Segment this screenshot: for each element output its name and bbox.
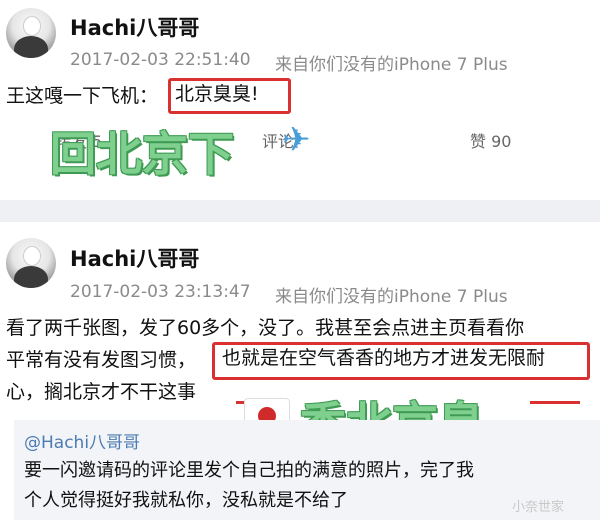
post-time: 2017-02-03 22:51:40	[70, 50, 251, 70]
quoted-username[interactable]: @Hachi八哥哥	[24, 428, 140, 453]
post-source: 来自你们没有的iPhone 7 Plus	[275, 55, 508, 75]
post-text-line-3: 心，搁北京才不干这事	[6, 381, 197, 403]
airplane-icon: ✈	[282, 120, 311, 160]
quoted-text-line-1: 要一闪邀请码的评论里发个自己拍的满意的照片，完了我	[24, 460, 474, 481]
avatar-head	[23, 16, 41, 36]
avatar-head	[23, 246, 41, 266]
username[interactable]: Hachi八哥哥	[70, 12, 199, 42]
overlay-caption: 回北京下	[50, 127, 234, 181]
like-count[interactable]: 赞 90	[470, 128, 511, 152]
post-text-line-2: 平常有没有发图习惯，	[6, 349, 197, 371]
avatar-body	[14, 266, 48, 288]
post-source: 来自你们没有的iPhone 7 Plus	[275, 287, 508, 307]
post-divider	[0, 200, 600, 222]
watermark: 小奈世家	[512, 500, 565, 515]
username[interactable]: Hachi八哥哥	[70, 243, 199, 273]
post-text-line-1: 看了两千张图，发了60多个，没了。我甚至会点进主页看看你	[6, 317, 525, 339]
post-time: 2017-02-03 23:13:47	[70, 282, 251, 302]
post-text-highlight: 也就是在空气香香的地方才进发无限耐	[222, 347, 546, 369]
weibo-post-1: Hachi八哥哥 2017-02-03 22:51:40 来自你们没有的iPho…	[0, 0, 600, 200]
underline-mark	[530, 401, 580, 404]
avatar[interactable]	[6, 8, 56, 58]
post-text: 王这嘎一下飞机：	[6, 85, 159, 107]
quoted-text-line-2: 个人觉得挺好我就私你，没私就是不给了	[24, 490, 348, 511]
avatar[interactable]	[6, 238, 56, 288]
avatar-body	[14, 36, 48, 58]
post-text-highlight: 北京臭臭!	[175, 83, 259, 105]
